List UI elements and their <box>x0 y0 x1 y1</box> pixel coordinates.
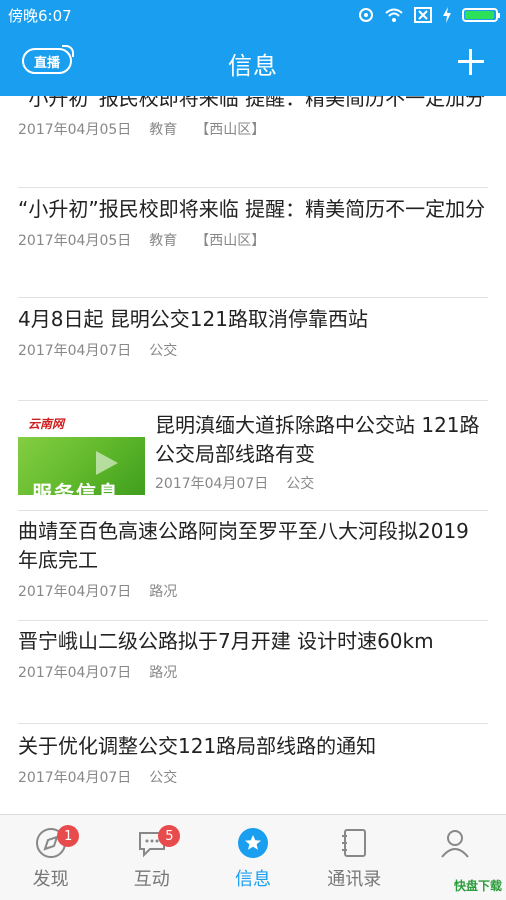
news-title: 关于优化调整公交121路局部线路的通知 <box>18 734 377 758</box>
address-book-icon <box>342 829 367 857</box>
news-title: “小升初”报民校即将来临 提醒：精美简历不一定加分 <box>18 96 486 110</box>
user-icon <box>441 830 470 858</box>
status-bar: 傍晚6:07 <box>0 0 506 30</box>
news-meta: 2017年04月07日 路况 <box>18 662 488 682</box>
news-item[interactable]: 关于优化调整公交121路局部线路的通知 2017年04月07日 公交 <box>18 732 488 814</box>
news-meta: 2017年04月07日 公交 <box>155 473 488 493</box>
news-date: 2017年04月05日 <box>18 122 132 138</box>
news-category: 公交 <box>286 476 315 492</box>
tab-label: 互动 <box>133 869 170 890</box>
news-category: 教育 <box>149 233 178 249</box>
news-date: 2017年04月07日 <box>155 476 269 492</box>
tab-label: 通讯录 <box>327 869 382 890</box>
tab-label: 发现 <box>32 869 69 890</box>
news-item[interactable]: “小升初”报民校即将来临 提醒：精美简历不一定加分 2017年04月05日 教育 【… <box>18 96 488 188</box>
news-title: “小升初”报民校即将来临 提醒：精美简历不一定加分 <box>18 197 486 221</box>
news-date: 2017年04月07日 <box>18 584 132 600</box>
news-meta: 2017年04月05日 教育 【西山区】 <box>18 230 488 250</box>
play-icon <box>96 451 118 475</box>
news-item[interactable]: 4月8日起 昆明公交121路取消停靠西站 2017年04月07日 公交 <box>18 305 488 401</box>
news-meta: 2017年04月05日 教育 【西山区】 <box>18 119 488 139</box>
news-category: 教育 <box>149 122 178 138</box>
news-category: 公交 <box>149 343 178 359</box>
bottom-tab-bar: 1 发现 5 互动 信息 通讯录 我 快盘下载 <box>0 814 506 900</box>
news-region: 【西山区】 <box>195 233 266 249</box>
charging-icon <box>443 7 451 23</box>
news-item-with-thumbnail[interactable]: 云南网 服务信息 昆明滇缅大道拆除路中公交站 121路公交局部线路有变 2017… <box>18 411 488 511</box>
notification-badge: 5 <box>158 825 181 847</box>
tab-info[interactable]: 信息 <box>202 815 303 900</box>
news-meta: 2017年04月07日 公交 <box>18 340 488 360</box>
tab-discover[interactable]: 1 发现 <box>0 815 101 900</box>
tab-me[interactable]: 我 快盘下载 <box>405 815 506 900</box>
news-region: 【西山区】 <box>195 122 266 138</box>
battery-icon <box>462 8 500 22</box>
wifi-icon <box>385 8 403 22</box>
news-body: 昆明滇缅大道拆除路中公交站 121路公交局部线路有变 2017年04月07日 公交 <box>145 411 488 510</box>
live-button[interactable]: 直播 <box>22 45 74 74</box>
tab-contacts[interactable]: 通讯录 <box>304 815 405 900</box>
news-title: 昆明滇缅大道拆除路中公交站 121路公交局部线路有变 <box>155 413 480 466</box>
page-title: 信息 <box>228 51 278 80</box>
thumbnail-logo: 云南网 <box>28 417 65 431</box>
news-date: 2017年04月07日 <box>18 665 132 681</box>
news-meta: 2017年04月07日 公交 <box>18 767 488 787</box>
add-icon[interactable] <box>456 47 486 77</box>
app-header: 直播 信息 <box>0 30 506 96</box>
news-category: 公交 <box>149 770 178 786</box>
news-title: 4月8日起 昆明公交121路取消停靠西站 <box>18 307 368 331</box>
news-thumbnail: 云南网 服务信息 <box>18 411 145 495</box>
thumbnail-caption: 服务信息 <box>32 481 120 495</box>
news-item[interactable]: 晋宁峨山二级公路拟于7月开建 设计时速60km 2017年04月07日 路况 <box>18 627 488 724</box>
star-circle-icon <box>238 828 268 858</box>
news-meta: 2017年04月07日 路况 <box>18 581 488 601</box>
status-icons <box>358 7 500 23</box>
tab-label: 信息 <box>235 869 271 890</box>
status-time: 傍晚6:07 <box>8 6 72 25</box>
news-item[interactable]: “小升初”报民校即将来临 提醒：精美简历不一定加分 2017年04月05日 教育 【… <box>18 195 488 298</box>
news-list: “小升初”报民校即将来临 提醒：精美简历不一定加分 2017年04月05日 教育【… <box>0 96 506 814</box>
news-title: 曲靖至百色高速公路阿岗至罗平至八大河段拟2019年底完工 <box>18 519 469 572</box>
news-date: 2017年04月07日 <box>18 770 132 786</box>
watermark-logo: 快盘下载 <box>454 879 503 893</box>
no-sim-icon <box>414 7 432 23</box>
news-category: 路况 <box>149 584 178 600</box>
news-date: 2017年04月05日 <box>18 233 132 249</box>
news-item[interactable]: 曲靖至百色高速公路阿岗至罗平至八大河段拟2019年底完工 2017年04月07日… <box>18 517 488 621</box>
news-category: 路况 <box>149 665 178 681</box>
news-date: 2017年04月07日 <box>18 343 132 359</box>
notification-badge: 1 <box>57 825 80 847</box>
tab-interact[interactable]: 5 互动 <box>101 815 202 900</box>
news-title: 晋宁峨山二级公路拟于7月开建 设计时速60km <box>18 629 434 653</box>
location-icon <box>359 8 373 22</box>
